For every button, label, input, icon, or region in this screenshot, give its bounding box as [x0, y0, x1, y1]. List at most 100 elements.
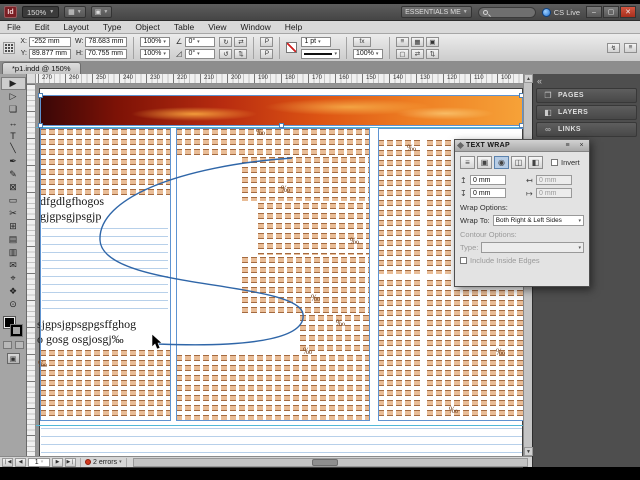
dock-expand-button[interactable]: «	[533, 76, 640, 86]
workspace-switcher-button[interactable]: ESSENTIALS ME ▼	[401, 6, 472, 18]
y-position-field[interactable]: 89.877 mm	[29, 48, 71, 59]
zoom-tool[interactable]: ⊙	[1, 298, 26, 311]
minimize-button[interactable]: –	[586, 6, 602, 18]
rotate-cw-button[interactable]: ↻	[219, 36, 233, 47]
horizontal-scroll-thumb[interactable]	[311, 458, 338, 466]
text-block[interactable]	[176, 129, 369, 155]
menu-help[interactable]: Help	[278, 22, 309, 32]
search-input[interactable]	[477, 6, 536, 18]
gradient-feather-tool[interactable]: ▥	[1, 246, 26, 259]
text-block[interactable]	[242, 157, 369, 201]
jump-to-next-column-icon[interactable]: ◧	[528, 156, 543, 169]
corner-options-button[interactable]: ▢	[395, 48, 409, 59]
invert-checkbox[interactable]	[551, 159, 558, 166]
hand-tool[interactable]: ❖	[1, 285, 26, 298]
text-wrap-panel-header[interactable]: TEXT WRAP ≡ ×	[455, 140, 589, 152]
menu-view[interactable]: View	[201, 22, 233, 32]
greek-text-line[interactable]: dfgdlgfhogos	[40, 194, 104, 209]
flip-vertical-button[interactable]: ⇅	[234, 48, 248, 59]
zoom-level-select[interactable]: 150% ▼	[22, 6, 60, 18]
stroke-weight-field[interactable]: 1 pt ▾	[301, 36, 332, 47]
pencil-tool[interactable]: ✎	[1, 168, 26, 181]
contour-type-select[interactable]: ▾	[481, 242, 584, 253]
stroke-color-swatch-tool[interactable]	[9, 324, 23, 337]
width-field[interactable]: 78.683 mm	[85, 36, 128, 47]
eyedropper-tool[interactable]: ⌖	[1, 272, 26, 285]
quick-apply-button[interactable]: ↯	[607, 42, 620, 53]
x-position-field[interactable]: -252 mm	[29, 36, 71, 47]
formatting-affects-container-button[interactable]	[2, 341, 12, 349]
previous-page-button[interactable]: ◀	[15, 457, 26, 467]
chevron-down-icon[interactable]: ▾	[119, 459, 122, 465]
gap-tool[interactable]: ↔	[1, 116, 26, 129]
vertical-ruler[interactable]	[27, 84, 36, 456]
last-page-button[interactable]: ▶❘	[65, 457, 76, 467]
menu-file[interactable]: File	[0, 22, 28, 32]
shear-field[interactable]: 0° ▾	[185, 48, 216, 59]
screen-mode-toggle[interactable]: ▣	[6, 353, 20, 364]
text-block[interactable]	[427, 280, 524, 420]
scroll-down-icon[interactable]: ▼	[524, 447, 533, 456]
control-panel-menu-button[interactable]: ≡	[624, 42, 637, 53]
menu-table[interactable]: Table	[167, 22, 201, 32]
dock-panel-layers[interactable]: ◧ LAYERS	[536, 105, 637, 120]
direct-selection-tool[interactable]: ▷	[1, 90, 26, 103]
text-block[interactable]	[176, 355, 369, 420]
pen-tool[interactable]: ✒	[1, 155, 26, 168]
gradient-swatch-tool[interactable]: ▤	[1, 233, 26, 246]
preflight-errors-label[interactable]: 2 errors	[93, 459, 117, 466]
flip-horizontal-button[interactable]: ⇄	[234, 36, 248, 47]
line-tool[interactable]: ╲	[1, 142, 26, 155]
view-options-button[interactable]: ▦ ▼	[64, 6, 86, 18]
close-button[interactable]: ✕	[620, 6, 636, 18]
scale-x-field[interactable]: 100% ▾	[140, 36, 171, 47]
panel-menu-icon[interactable]: ≡	[563, 142, 572, 149]
greek-text-line[interactable]: о gosg osgjosgj‰	[37, 332, 124, 347]
bottom-offset-field[interactable]: 0 mm	[470, 188, 506, 198]
rectangle-tool[interactable]: ▭	[1, 194, 26, 207]
rotate-ccw-button[interactable]: ↺	[219, 48, 233, 59]
left-offset-field[interactable]: 0 mm	[536, 175, 572, 185]
text-block[interactable]	[242, 257, 369, 313]
free-transform-tool[interactable]: ⊞	[1, 220, 26, 233]
menu-window[interactable]: Window	[234, 22, 278, 32]
top-offset-field[interactable]: 0 mm	[470, 175, 506, 185]
search-text-field[interactable]	[490, 8, 531, 16]
stroke-type-select[interactable]: ▾	[301, 48, 340, 59]
effects-button[interactable]: fx	[352, 36, 371, 47]
text-block[interactable]	[40, 350, 170, 420]
horizontal-ruler[interactable]: 270 260 250 240 230 220 210 200 190 180 170 160 150 1…	[36, 74, 532, 84]
greek-text-line[interactable]: gjgpsgjpsgjp	[40, 209, 101, 224]
menu-type[interactable]: Type	[96, 22, 128, 32]
text-block[interactable]	[378, 140, 422, 274]
frame-fitting-button[interactable]: ⇄	[410, 48, 424, 59]
fit-content-button[interactable]: ▣	[425, 36, 439, 47]
ruler-origin-box[interactable]	[27, 74, 36, 84]
wrap-to-select[interactable]: Both Right & Left Sides ▾	[492, 215, 584, 226]
page-tool[interactable]: ❏	[1, 103, 26, 116]
story-direction-rtl-button[interactable]: P	[260, 48, 274, 59]
text-block[interactable]	[300, 315, 369, 353]
wrap-object-shape-icon[interactable]: ◉	[494, 156, 509, 169]
jump-object-icon[interactable]: ◫	[511, 156, 526, 169]
wrap-bounding-box-icon[interactable]: ▣	[477, 156, 492, 169]
align-button[interactable]: ⇅	[425, 48, 439, 59]
scissors-tool[interactable]: ✂	[1, 207, 26, 220]
horizontal-scrollbar[interactable]	[132, 457, 528, 467]
rectangle-frame-tool[interactable]: ⊠	[1, 181, 26, 194]
panel-close-icon[interactable]: ×	[577, 142, 586, 149]
type-tool[interactable]: T	[1, 129, 26, 142]
formatting-affects-text-button[interactable]	[14, 341, 24, 349]
dock-panel-pages[interactable]: ❐ PAGES	[536, 88, 637, 103]
screen-mode-button[interactable]: ▣ ▼	[90, 6, 113, 18]
rotation-field[interactable]: 0° ▾	[185, 36, 216, 47]
next-page-button[interactable]: ▶	[52, 457, 63, 467]
reference-point-proxy[interactable]	[3, 41, 15, 54]
text-block[interactable]	[378, 280, 422, 420]
fill-stroke-swatches[interactable]	[1, 315, 26, 339]
note-tool[interactable]: ✉	[1, 259, 26, 272]
restore-button[interactable]: ▢	[603, 6, 619, 18]
placed-flower-image[interactable]	[40, 96, 522, 125]
text-block[interactable]	[258, 203, 369, 255]
cs-live-button[interactable]: CS Live	[541, 7, 580, 17]
